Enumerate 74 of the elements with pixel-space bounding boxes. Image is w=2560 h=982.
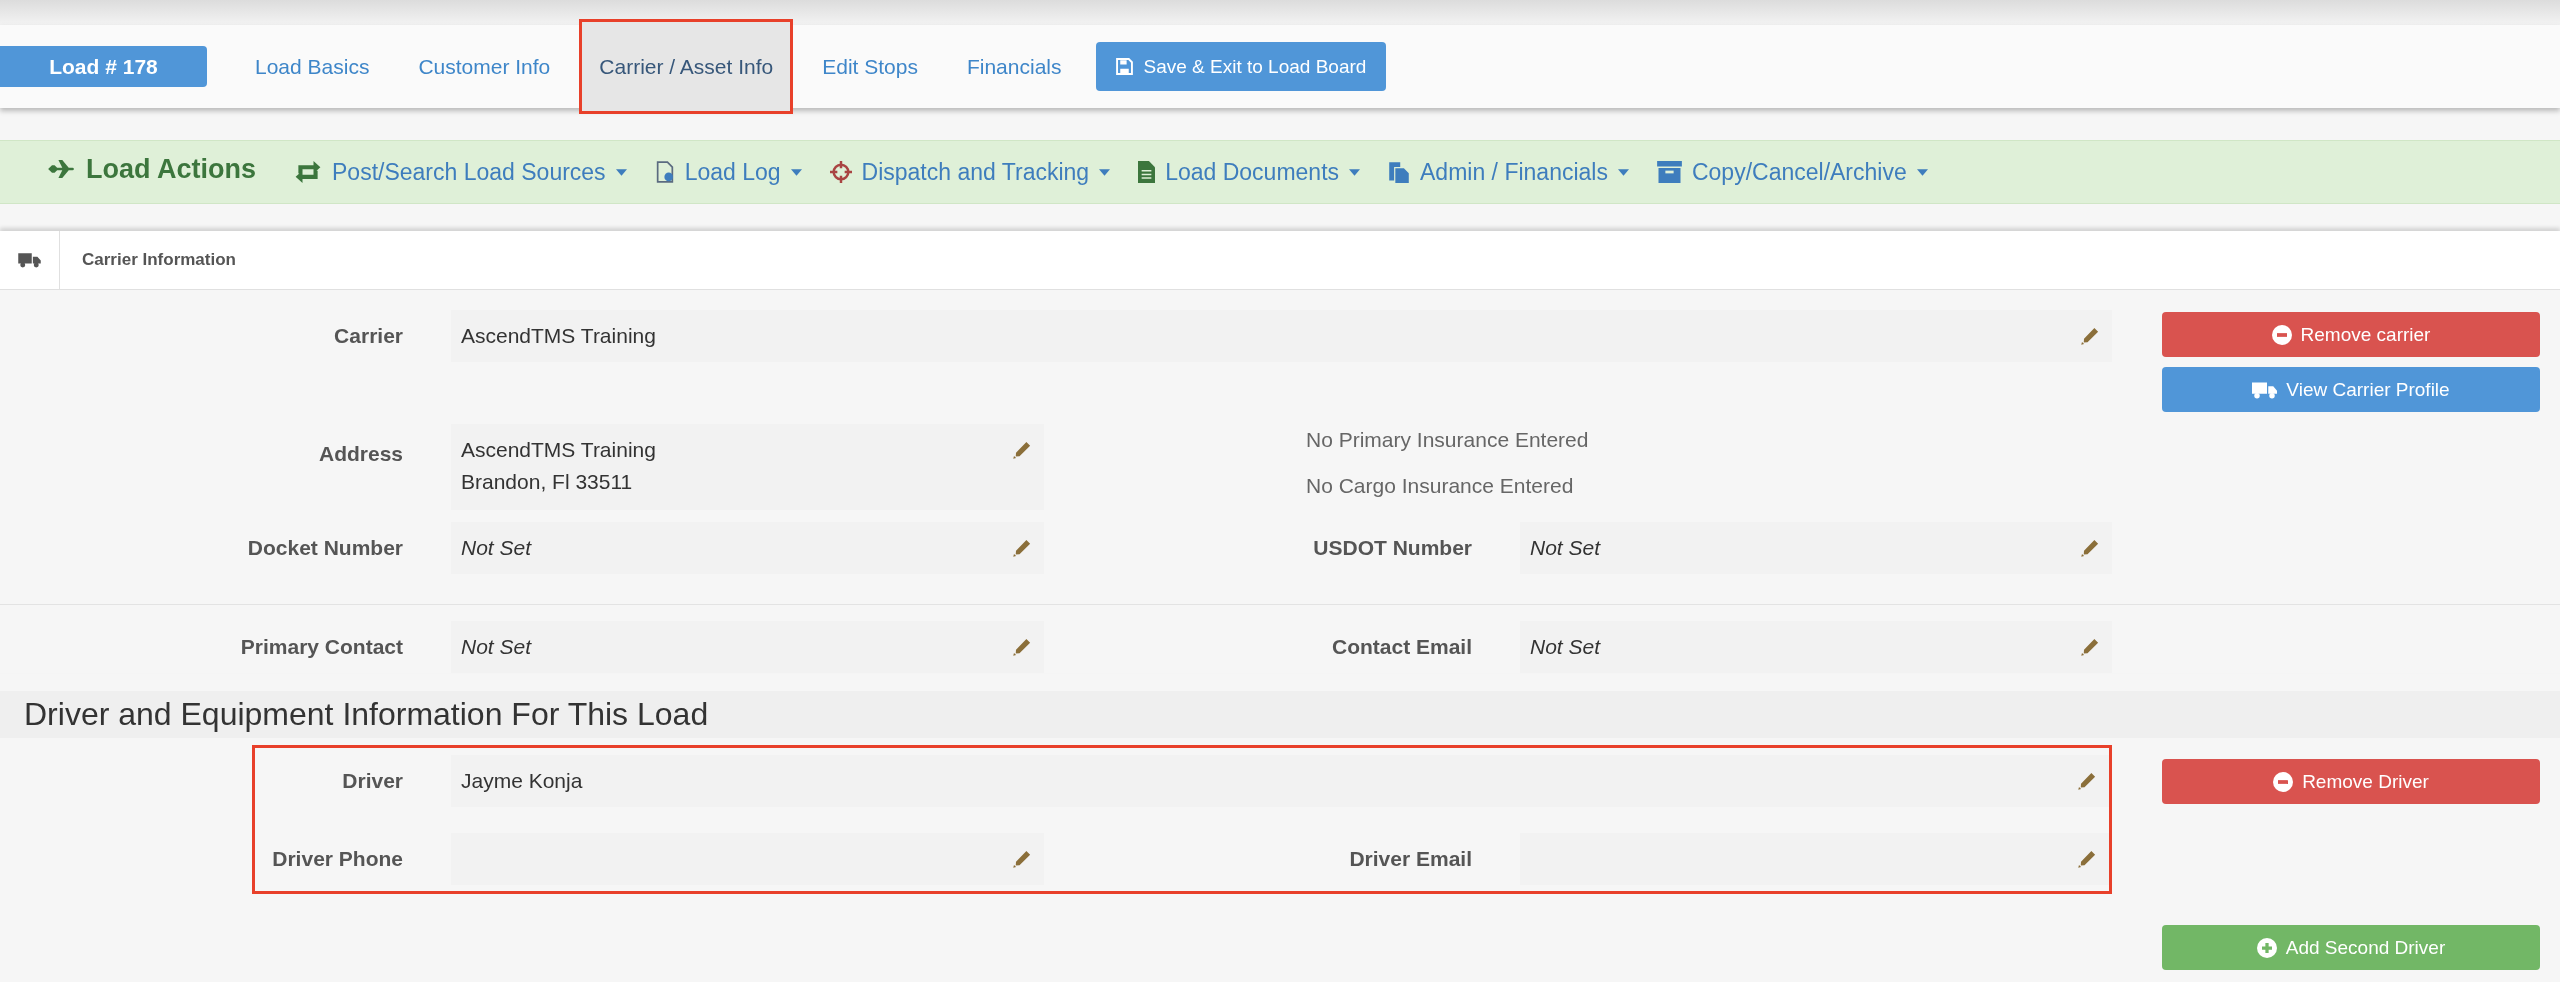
actions-menu[interactable]: Load Log	[654, 158, 802, 186]
edit-field[interactable]: Not Set	[1520, 522, 2112, 574]
edit-field[interactable]	[451, 833, 1044, 885]
caret-icon	[1617, 168, 1629, 176]
caret-icon	[790, 168, 802, 176]
pencil-icon	[1012, 849, 1032, 869]
section-heading: Driver and Equipment Information For This Load	[0, 691, 2560, 738]
actions-menu[interactable]: Admin / Financials	[1388, 158, 1629, 186]
field-label: Driver Phone	[271, 846, 403, 872]
field-label: Address	[317, 441, 403, 467]
insurance-note: No Cargo Insurance Entered	[1306, 474, 1575, 498]
action-button[interactable]: Remove Driver	[2162, 759, 2540, 804]
nav-tab[interactable]: Carrier / Asset Info	[579, 19, 794, 114]
field-label: Driver Email	[1348, 846, 1472, 872]
nav-tab[interactable]: Edit Stops	[802, 19, 938, 114]
field-value: Not Set	[461, 536, 532, 560]
pencil-icon	[2077, 849, 2097, 869]
plus-circle-icon	[2256, 937, 2277, 958]
field-label: Primary Contact	[239, 634, 403, 660]
caret-icon	[615, 168, 627, 176]
action-button[interactable]: Remove carrier	[2162, 312, 2540, 357]
address-line: AscendTMS Training	[461, 437, 656, 463]
nav-tab[interactable]: Financials	[946, 19, 1082, 114]
nav-tab[interactable]: Load Basics	[235, 19, 390, 114]
load-number-badge: Load # 178	[0, 46, 207, 87]
edit-field[interactable]: Not Set	[451, 621, 1044, 673]
pencil-icon	[1012, 637, 1032, 657]
action-button[interactable]: Add Second Driver	[2162, 925, 2540, 970]
actions-menu[interactable]: Dispatch and Tracking	[829, 158, 1111, 186]
edit-field[interactable]: Not Set	[1520, 621, 2112, 673]
document-globe-icon	[654, 161, 675, 183]
field-value: Jayme Konja	[461, 769, 583, 793]
pencil-icon	[2080, 538, 2100, 558]
edit-field[interactable]: Not Set	[451, 522, 1044, 574]
address-line: Brandon, Fl 33511	[461, 469, 634, 495]
caret-icon	[1099, 168, 1111, 176]
field-value: Not Set	[1530, 536, 1601, 560]
field-label: Contact Email	[1330, 634, 1472, 660]
insurance-note: No Primary Insurance Entered	[1306, 428, 1590, 452]
caret-icon	[1916, 168, 1928, 176]
actions-menu[interactable]: Load Documents	[1138, 158, 1361, 186]
truck-icon	[18, 251, 41, 269]
field-value: AscendTMS Training	[461, 324, 656, 348]
arrows-cycle-icon	[294, 161, 322, 183]
edit-field[interactable]	[1520, 833, 2109, 885]
archive-box-icon	[1656, 161, 1682, 183]
minus-circle-icon	[2271, 324, 2292, 345]
field-label: USDOT Number	[1312, 535, 1472, 561]
load-actions-title: Load Actions	[86, 153, 256, 185]
copy-icon	[1388, 161, 1411, 183]
actions-menu[interactable]: Post/Search Load Sources	[294, 158, 627, 186]
field-label: Docket Number	[246, 535, 403, 561]
pencil-icon	[1012, 538, 1032, 558]
document-icon	[1138, 161, 1156, 183]
pencil-icon	[2077, 771, 2097, 791]
pencil-icon	[2080, 637, 2100, 657]
edit-field[interactable]: Jayme Konja	[451, 755, 2109, 807]
save-exit-button[interactable]: Save & Exit to Load Board	[1096, 42, 1387, 91]
address-field[interactable]: AscendTMS Training Brandon, Fl 33511	[451, 424, 1044, 510]
field-label: Carrier	[333, 323, 403, 349]
panel-title: Carrier Information	[82, 250, 236, 270]
pencil-icon	[2080, 326, 2100, 346]
crosshair-icon	[829, 161, 852, 183]
pencil-icon	[1012, 440, 1032, 460]
nav-tab[interactable]: Customer Info	[398, 19, 571, 114]
actions-menu[interactable]: Copy/Cancel/Archive	[1656, 158, 1928, 186]
action-button[interactable]: View Carrier Profile	[2162, 367, 2540, 412]
field-value: Not Set	[1530, 635, 1601, 659]
field-value: Not Set	[461, 635, 532, 659]
edit-field[interactable]: AscendTMS Training	[451, 310, 2112, 362]
caret-icon	[1349, 168, 1361, 176]
airplane-icon	[48, 160, 74, 178]
field-label: Driver	[341, 768, 403, 794]
minus-circle-icon	[2273, 771, 2294, 792]
